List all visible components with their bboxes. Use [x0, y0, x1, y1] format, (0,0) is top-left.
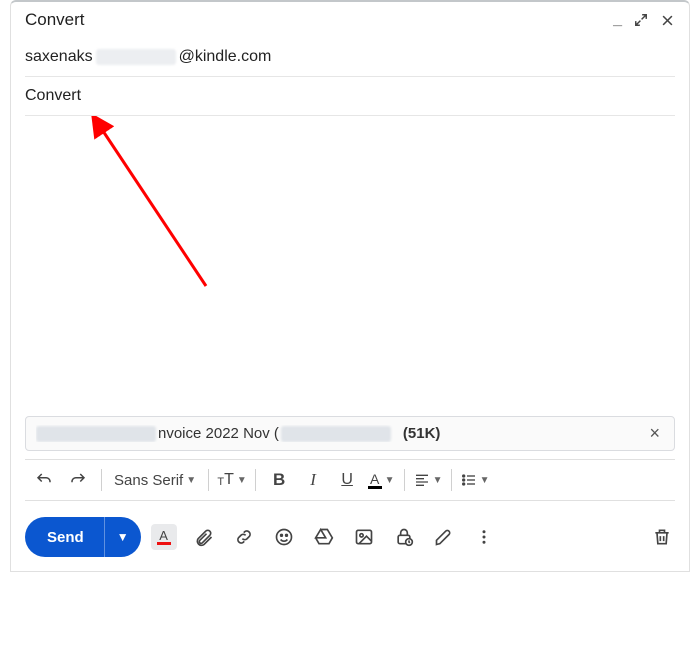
send-label: Send: [47, 529, 84, 546]
attachment-chip[interactable]: nvoice 2022 Nov ( (51K) ×: [25, 416, 675, 451]
separator: [451, 469, 452, 491]
to-prefix: saxenaks: [25, 48, 93, 66]
more-options-icon[interactable]: [471, 524, 497, 550]
window-title: Convert: [25, 10, 85, 30]
text-color-chip-button[interactable]: A: [151, 524, 177, 550]
expand-icon[interactable]: [634, 13, 648, 27]
attachment-mid: nvoice 2022 Nov (: [158, 425, 279, 442]
font-family-label: Sans Serif: [114, 472, 183, 489]
insert-emoji-icon[interactable]: [271, 524, 297, 550]
formatting-toolbar: Sans Serif ▼ TT ▼ B I U A ▼ ▼ ▼: [25, 459, 675, 501]
attach-file-icon[interactable]: [191, 524, 217, 550]
send-options-button[interactable]: ▼: [104, 517, 141, 557]
annotation-arrow: [71, 116, 231, 316]
font-family-select[interactable]: Sans Serif ▼: [110, 466, 200, 494]
caret-down-icon: ▼: [186, 475, 196, 486]
insert-photo-icon[interactable]: [351, 524, 377, 550]
remove-attachment-icon[interactable]: ×: [645, 423, 664, 444]
subject-text: Convert: [25, 87, 81, 105]
close-icon[interactable]: [660, 13, 675, 28]
align-button[interactable]: ▼: [413, 466, 443, 494]
send-button[interactable]: Send: [25, 517, 104, 557]
bold-button[interactable]: B: [264, 466, 294, 494]
undo-icon[interactable]: [29, 466, 59, 494]
separator: [255, 469, 256, 491]
titlebar: Convert _: [11, 2, 689, 38]
insert-link-icon[interactable]: [231, 524, 257, 550]
redacted-segment: [36, 426, 156, 442]
redacted-segment: [281, 426, 391, 442]
to-suffix: @kindle.com: [179, 48, 272, 66]
italic-button[interactable]: I: [298, 466, 328, 494]
send-row: Send ▼ A: [11, 511, 689, 571]
font-size-select[interactable]: TT ▼: [217, 466, 247, 494]
attachment-size: (51K): [403, 425, 441, 442]
caret-down-icon: ▼: [480, 475, 490, 486]
separator: [404, 469, 405, 491]
text-color-button[interactable]: A ▼: [366, 466, 396, 494]
subject-field[interactable]: Convert: [25, 77, 675, 116]
minimize-icon[interactable]: _: [613, 12, 622, 28]
send-button-group: Send ▼: [25, 517, 141, 557]
to-field[interactable]: saxenaks @kindle.com: [25, 38, 675, 77]
separator: [208, 469, 209, 491]
attachment-filename: nvoice 2022 Nov ( (51K): [36, 425, 645, 442]
list-button[interactable]: ▼: [460, 466, 490, 494]
caret-down-icon: ▼: [385, 475, 395, 486]
message-body[interactable]: [11, 116, 689, 416]
caret-down-icon: ▼: [237, 475, 247, 486]
redo-icon[interactable]: [63, 466, 93, 494]
insert-signature-icon[interactable]: [431, 524, 457, 550]
underline-button[interactable]: U: [332, 466, 362, 494]
discard-draft-icon[interactable]: [649, 524, 675, 550]
separator: [101, 469, 102, 491]
insert-drive-icon[interactable]: [311, 524, 337, 550]
caret-down-icon: ▼: [433, 475, 443, 486]
redacted-segment: [96, 49, 176, 65]
confidential-mode-icon[interactable]: [391, 524, 417, 550]
compose-window: Convert _ saxenaks @kindle.com Convert: [10, 0, 690, 572]
